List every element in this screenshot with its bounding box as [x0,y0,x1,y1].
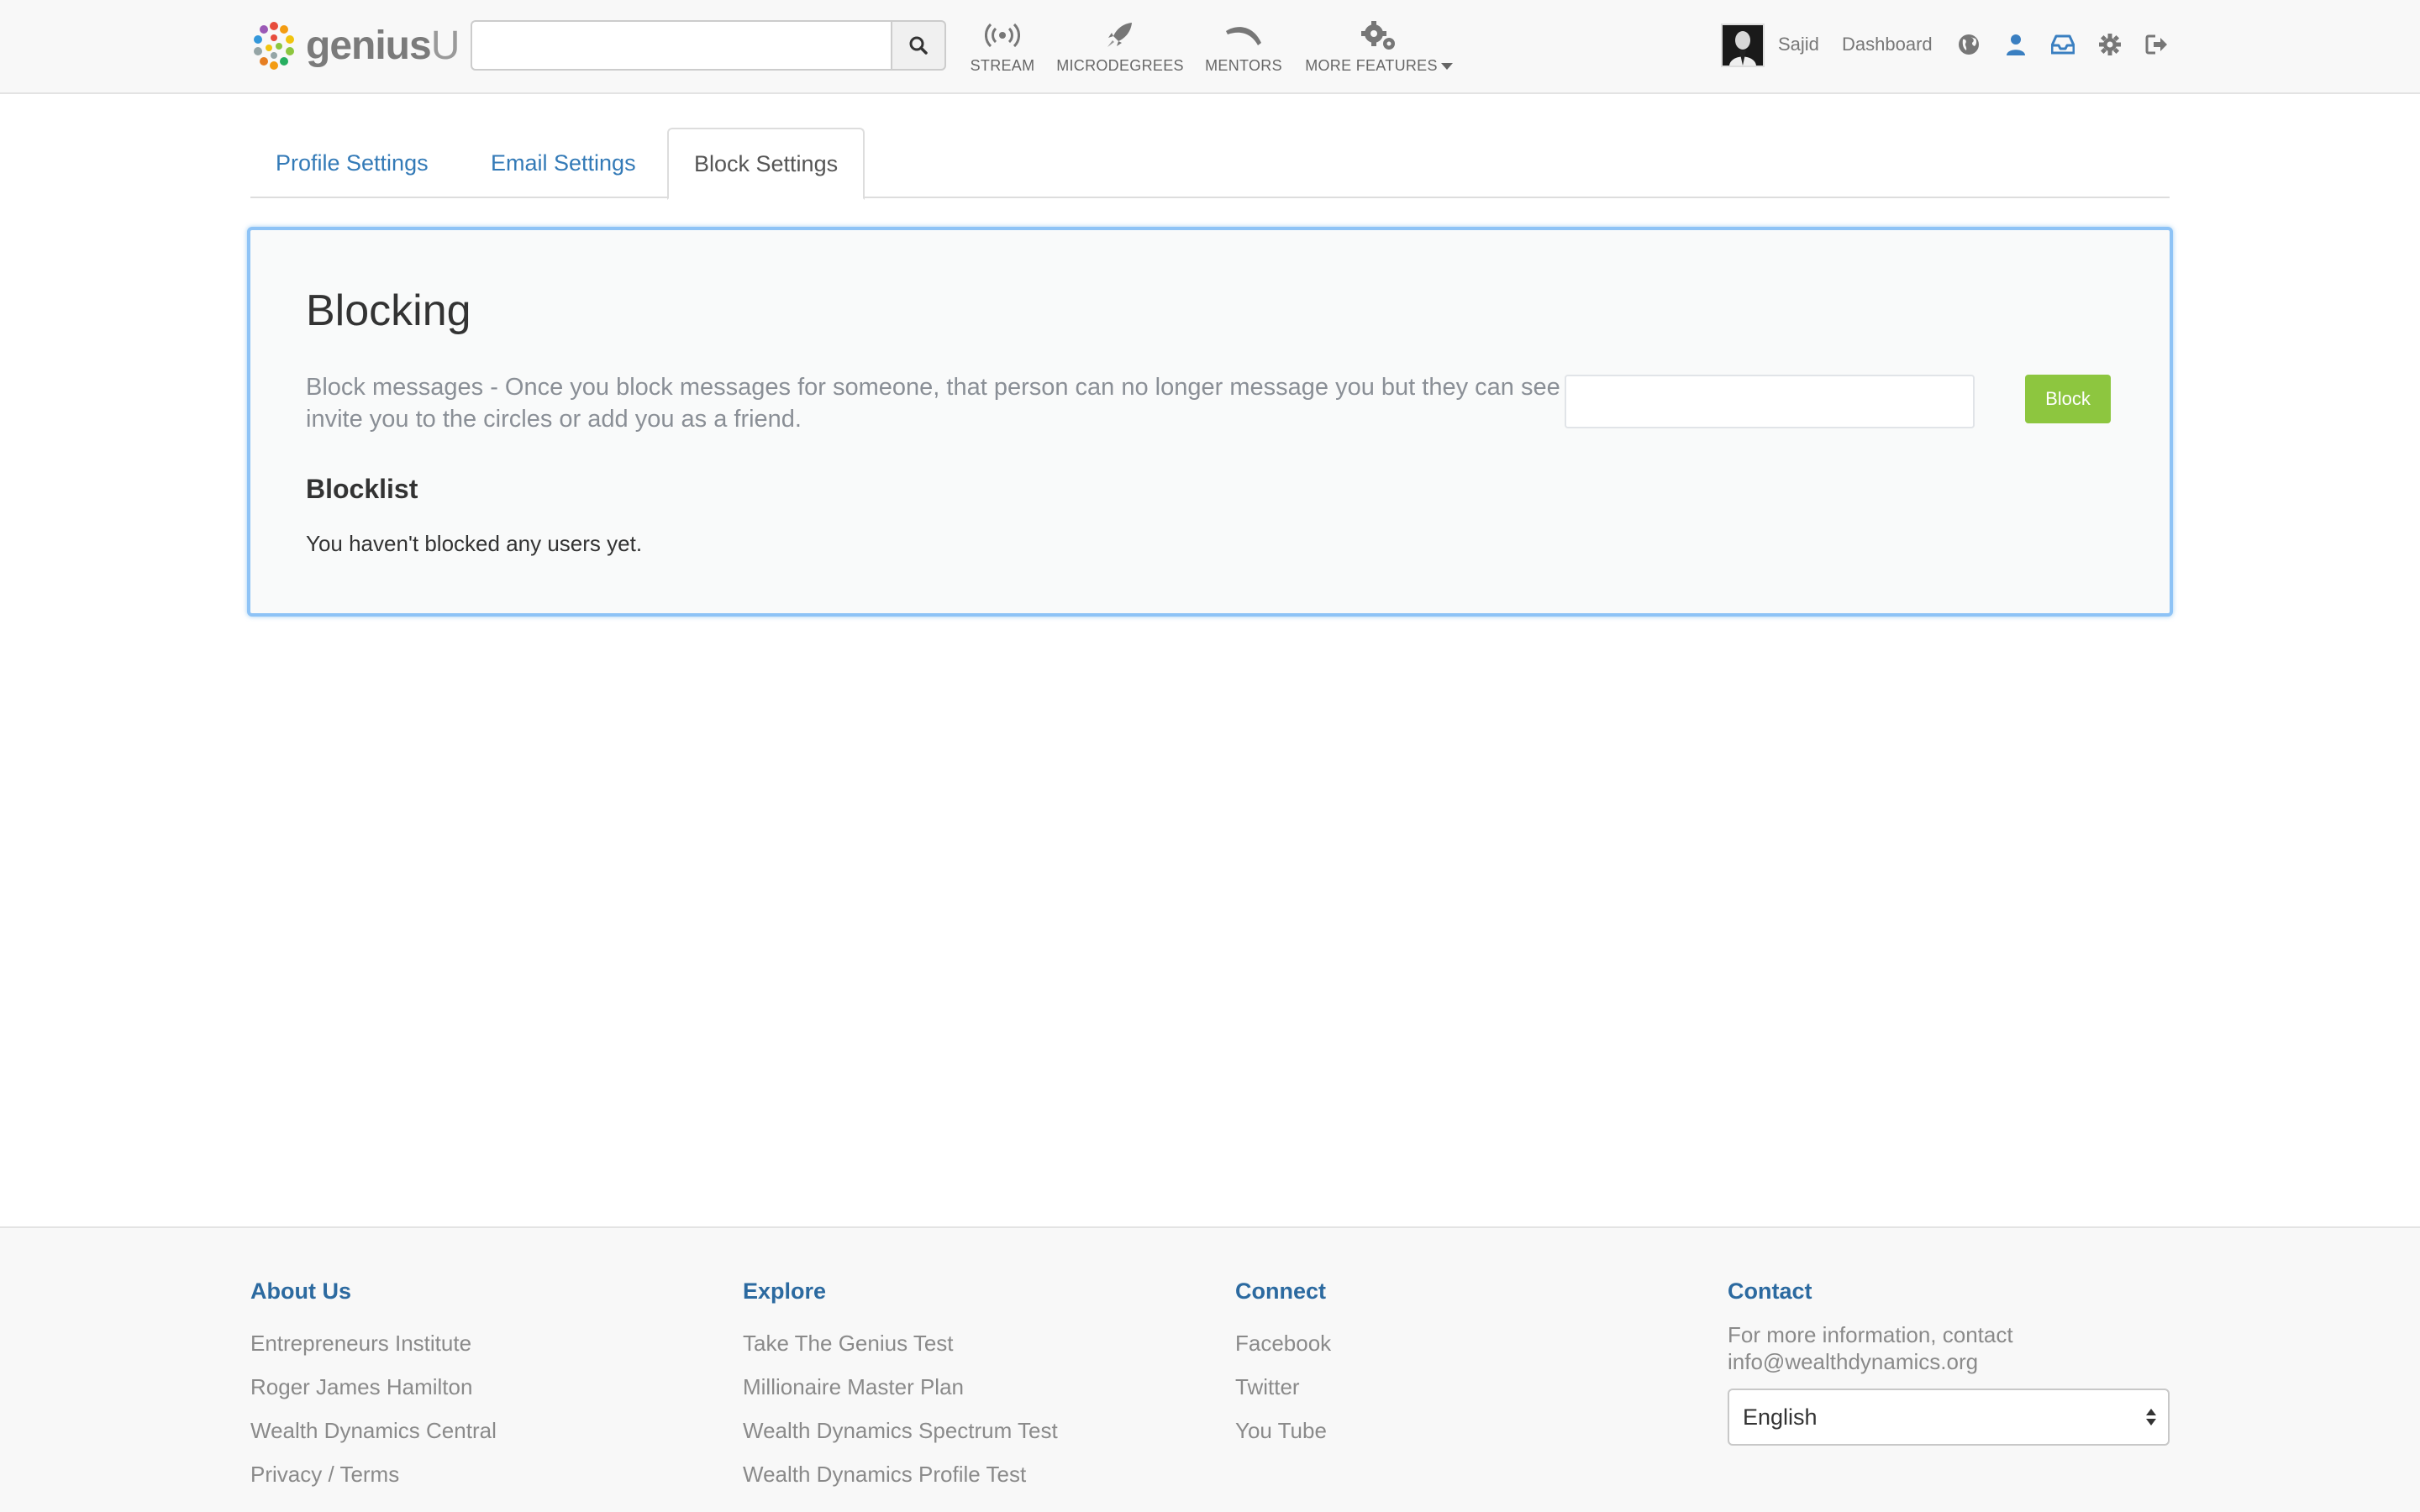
nav-stream[interactable]: STREAM [968,20,1037,76]
select-arrows-icon [2146,1409,2156,1425]
block-user-input[interactable] [1565,375,1975,428]
sign-out-icon [2145,34,2167,55]
footer-connect-heading: Connect [1235,1278,1326,1304]
tab-profile-settings[interactable]: Profile Settings [250,128,454,198]
gear-icon [2099,34,2121,55]
user-name[interactable]: Sajid [1778,34,1819,55]
language-select-value: English [1743,1404,1818,1430]
tab-block-settings[interactable]: Block Settings [667,128,865,200]
footer-link-wealth-dynamics-central[interactable]: Wealth Dynamics Central [250,1409,497,1452]
footer-link-genius-test[interactable]: Take The Genius Test [743,1321,1058,1365]
avatar-photo-icon [1723,25,1763,66]
footer-connect: Connect Facebook Twitter You Tube [1235,1278,1331,1452]
rocket-icon [1107,23,1132,47]
blocking-title: Blocking [306,286,471,335]
geniusu-logo[interactable]: geniusU [250,18,460,72]
blocking-description: Block messages - Once you block messages… [306,374,1738,433]
brand-name: geniusU [306,23,460,68]
footer-link-twitter[interactable]: Twitter [1235,1365,1331,1409]
footer-link-entrepreneurs-institute[interactable]: Entrepreneurs Institute [250,1321,497,1365]
broadcast-icon [985,23,1020,48]
tab-email-settings[interactable]: Email Settings [466,128,661,198]
footer-link-privacy-terms[interactable]: Privacy / Terms [250,1452,497,1496]
footer-link-profile-test[interactable]: Wealth Dynamics Profile Test [743,1452,1058,1496]
caret-down-icon [1440,63,1453,71]
search-icon [909,36,928,55]
footer-contact-text: For more information, contact info@wealt… [1728,1322,2013,1374]
blocklist-empty-message: You haven't blocked any users yet. [306,531,643,556]
footer-contact: Contact For more information, contact in… [1728,1278,2170,1446]
sign-out-button[interactable] [2144,32,2170,57]
globe-button[interactable] [1956,32,1981,57]
search-button[interactable] [891,20,946,71]
geniusu-logo-icon [254,22,294,70]
settings-button[interactable] [2097,32,2123,57]
nav-mentors-label: MENTORS [1205,57,1282,74]
site-footer: About Us Entrepreneurs Institute Roger J… [0,1226,2420,1512]
settings-tabs: Profile Settings Email Settings Block Se… [250,128,2170,200]
footer-explore: Explore Take The Genius Test Millionaire… [743,1278,1058,1496]
footer-link-facebook[interactable]: Facebook [1235,1321,1331,1365]
boomerang-icon [1226,27,1261,45]
nav-more-features-label: MORE FEATURES [1305,57,1453,75]
footer-link-youtube[interactable]: You Tube [1235,1409,1331,1452]
top-navbar: geniusU STREAM MICRODEGREES MENTORS MORE… [0,0,2420,94]
blocklist-title: Blocklist [306,474,418,504]
footer-contact-heading: Contact [1728,1278,1812,1304]
block-button[interactable]: Block [2025,375,2111,423]
inbox-button[interactable] [2050,32,2075,57]
footer-explore-heading: Explore [743,1278,827,1304]
language-select[interactable]: English [1728,1389,2170,1446]
footer-link-roger-james-hamilton[interactable]: Roger James Hamilton [250,1365,497,1409]
nav-stream-label: STREAM [970,57,1035,74]
user-icon [2007,34,2025,55]
gears-icon [1361,21,1395,50]
nav-more-features[interactable]: MORE FEATURES [1304,20,1454,76]
footer-link-spectrum-test[interactable]: Wealth Dynamics Spectrum Test [743,1409,1058,1452]
user-avatar[interactable] [1721,24,1765,67]
search-input[interactable] [471,20,891,71]
site-search [471,20,946,71]
inbox-icon [2051,34,2075,55]
footer-link-millionaire-master-plan[interactable]: Millionaire Master Plan [743,1365,1058,1409]
globe-icon [1959,34,1979,55]
nav-microdegrees-label: MICRODEGREES [1056,57,1184,74]
nav-mentors[interactable]: MENTORS [1205,20,1282,76]
profile-button[interactable] [2003,32,2028,57]
footer-about: About Us Entrepreneurs Institute Roger J… [250,1278,497,1496]
dashboard-link[interactable]: Dashboard [1842,34,1933,55]
blocking-panel: Blocking Block messages - Once you block… [247,227,2173,617]
nav-microdegrees[interactable]: MICRODEGREES [1056,20,1184,76]
footer-about-heading: About Us [250,1278,351,1304]
